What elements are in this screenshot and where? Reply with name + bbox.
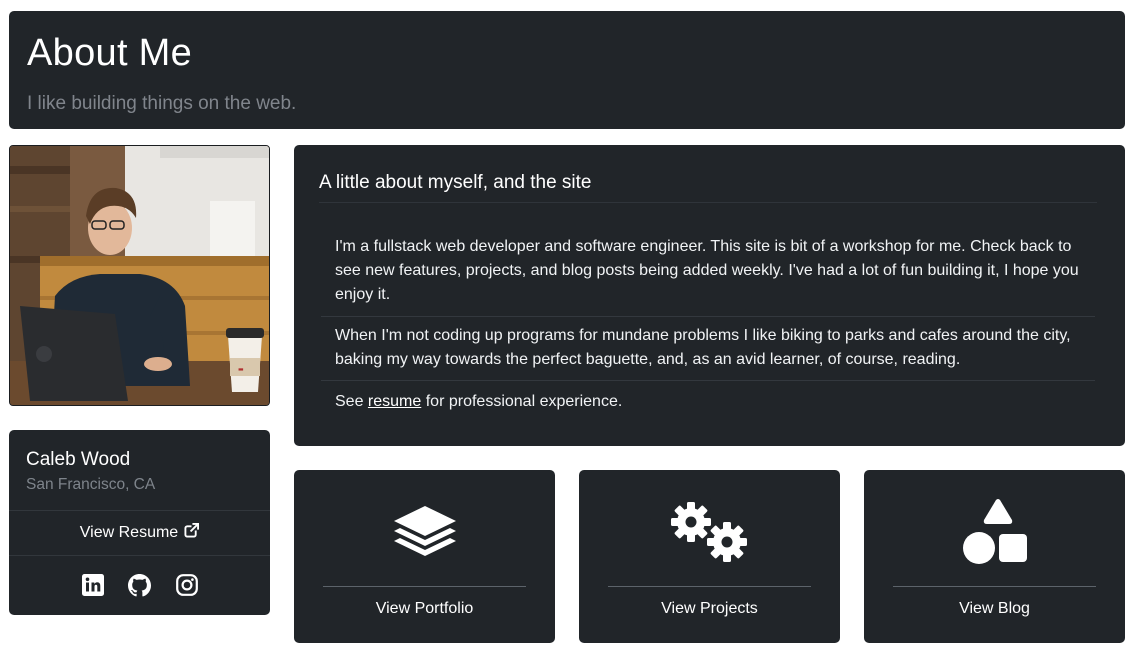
gears-icon [579,498,840,564]
divider [893,586,1096,587]
profile-location: San Francisco, CA [26,476,156,493]
view-blog-label: View Blog [959,600,1030,617]
profile-name: Caleb Wood [26,449,131,470]
view-resume-label: View Resume [79,524,179,541]
view-projects-label: View Projects [661,600,758,617]
github-icon[interactable] [128,573,151,597]
divider [321,380,1095,381]
about-heading: A little about myself, and the site [319,172,592,193]
page-subtitle: I like building things on the web. [27,93,297,114]
about-card: A little about myself, and the site I'm … [294,145,1125,446]
divider [321,316,1095,317]
social-links [9,556,270,614]
view-blog-tile[interactable]: View Blog [864,470,1125,643]
page-header: About Me I like building things on the w… [9,11,1125,129]
divider [323,586,526,587]
divider [319,202,1097,203]
about-paragraph: I'm a fullstack web developer and softwa… [335,238,1079,303]
divider [608,586,811,587]
resume-suffix-text: for professional experience. [421,393,623,410]
resume-prefix-text: See [335,393,368,410]
view-portfolio-label: View Portfolio [375,600,474,617]
view-portfolio-tile[interactable]: View Portfolio [294,470,555,643]
shapes-icon [864,498,1125,564]
page-title: About Me [27,32,193,74]
profile-card: Caleb Wood San Francisco, CA View Resume [9,430,270,615]
resume-link[interactable]: resume [368,393,421,410]
about-paragraph: When I'm not coding up programs for mund… [335,327,1071,368]
view-resume-button[interactable]: View Resume [9,511,270,555]
svg-text:▬: ▬ [238,366,244,373]
linkedin-icon[interactable] [81,574,104,597]
about-paragraph: See resume for professional experience. [335,390,1095,414]
layers-icon [294,498,555,564]
view-projects-tile[interactable]: View Projects [579,470,840,643]
instagram-icon[interactable] [175,574,198,597]
external-link-icon [184,523,200,543]
profile-photo: ▬ [9,145,270,406]
